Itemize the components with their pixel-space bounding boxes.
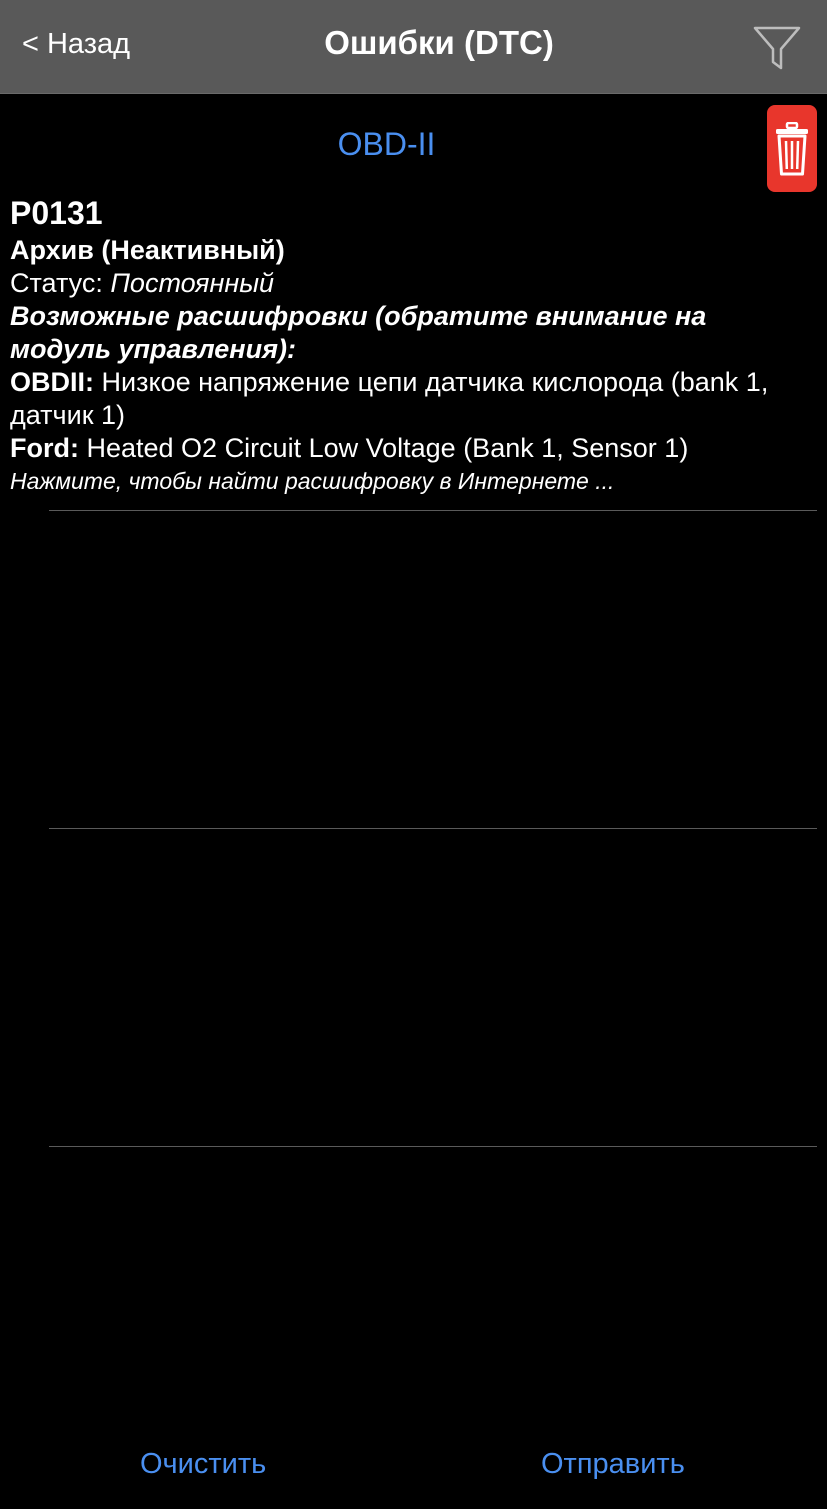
delete-button[interactable] [767,105,817,192]
page-title: Ошибки (DTC) [324,24,554,61]
dtc-state: Архив (Неактивный) [10,235,285,265]
filter-button[interactable] [751,22,803,74]
dtc-decoding-obd-label: OBDII: [10,367,94,397]
send-button[interactable]: Отправить [541,1448,685,1481]
dtc-decoding-obd-text: Низкое напряжение цепи датчика кислорода… [10,367,769,430]
filter-funnel-icon [753,26,801,70]
row-separator [49,828,817,829]
trash-icon [776,122,808,176]
dtc-decoding-ford-label: Ford: [10,433,79,463]
dtc-code: P0131 [10,195,103,231]
row-separator [49,1146,817,1147]
section-header-obd: OBD-II [337,126,436,162]
dtc-list-item[interactable]: P0131 Архив (Неактивный) Статус: Постоян… [10,192,810,497]
dtc-status-label: Статус: [10,268,111,298]
dtc-decoding-obd: OBDII: Низкое напряжение цепи датчика ки… [10,366,810,432]
row-separator [49,510,817,511]
dtc-status-value: Постоянный [110,268,275,298]
navigation-bar: < Назад Ошибки (DTC) [0,0,827,94]
dtc-decoding-ford-text: Heated O2 Circuit Low Voltage (Bank 1, S… [78,433,689,463]
dtc-status-row: Статус: Постоянный [10,267,810,300]
search-online-hint[interactable]: Нажмите, чтобы найти расшифровку в Интер… [10,465,810,497]
clear-button[interactable]: Очистить [140,1448,266,1481]
dtc-decodings-title: Возможные расшифровки (обратите внимание… [10,301,707,364]
dtc-decoding-ford: Ford: Heated O2 Circuit Low Voltage (Ban… [10,432,810,465]
